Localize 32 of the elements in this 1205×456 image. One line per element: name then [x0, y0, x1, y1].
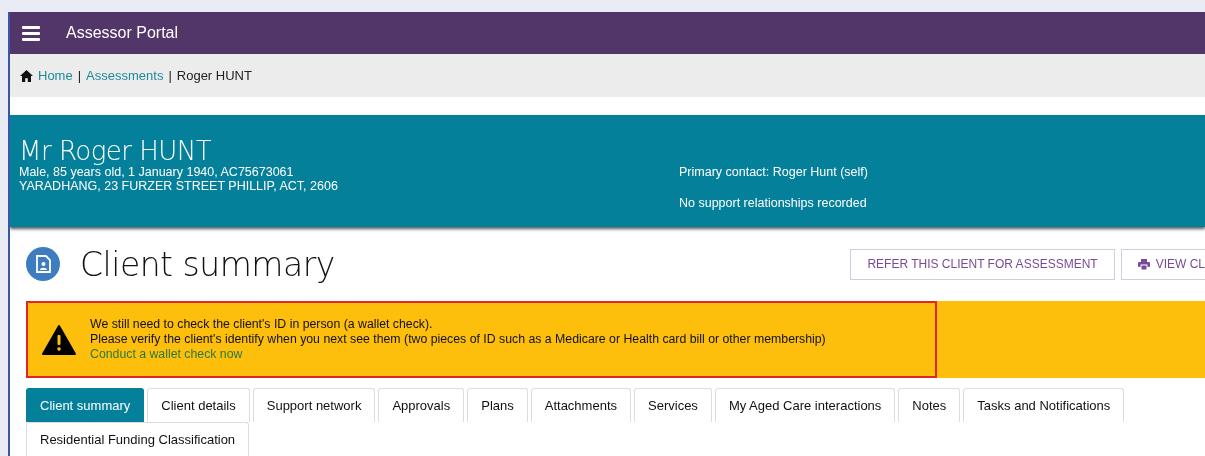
tab[interactable]: Notes	[898, 388, 961, 422]
printer-icon	[1137, 258, 1150, 270]
breadcrumb-separator: |	[168, 68, 172, 83]
tab[interactable]: Support network	[252, 388, 376, 422]
action-button[interactable]: VIEW CL	[1120, 248, 1205, 280]
client-address: YARADHANG, 23 FURZER STREET PHILLIP, ACT, 2606	[19, 179, 339, 193]
tab[interactable]: Residential Funding Classification	[26, 422, 250, 456]
menu-icon[interactable]	[22, 25, 40, 41]
breadcrumb-current: Roger HUNT	[176, 68, 252, 83]
action-button[interactable]: REFER THIS CLIENT FOR ASSESSMENT	[850, 248, 1115, 280]
home-icon[interactable]	[20, 69, 33, 82]
page-title: Client summary	[80, 244, 336, 284]
alert-message: We still need to check the client's ID in person (a wallet check).	[90, 317, 434, 332]
support-relationships: No support relationships recorded	[679, 196, 868, 210]
tab[interactable]: Approvals	[378, 388, 465, 422]
alert-message: Please verify the client's identify when you next see them (two pieces of ID such as a Medicare or Health card bill or other membership)	[90, 332, 826, 347]
breadcrumb-link[interactable]: Home	[38, 68, 73, 83]
tab[interactable]: Tasks and Notifications	[963, 388, 1125, 422]
warning-icon	[42, 324, 76, 355]
app-title: Assessor Portal	[66, 24, 179, 42]
breadcrumb-link[interactable]: Assessments	[86, 68, 164, 83]
tab[interactable]: Client details	[147, 388, 250, 422]
tab[interactable]: Client summary	[26, 388, 145, 422]
client-details: Male, 85 years old, 1 January 1940, AC75673061	[19, 165, 295, 179]
breadcrumb-separator: |	[77, 68, 82, 83]
client-name: Mr Roger HUNT	[19, 137, 213, 165]
tab[interactable]: Services	[634, 388, 712, 422]
client-document-icon	[26, 247, 60, 281]
tab[interactable]: Plans	[467, 388, 528, 422]
primary-contact: Primary contact: Roger Hunt (self)	[679, 165, 868, 179]
tab[interactable]: Attachments	[530, 388, 631, 422]
tab[interactable]: My Aged Care interactions	[714, 388, 896, 422]
